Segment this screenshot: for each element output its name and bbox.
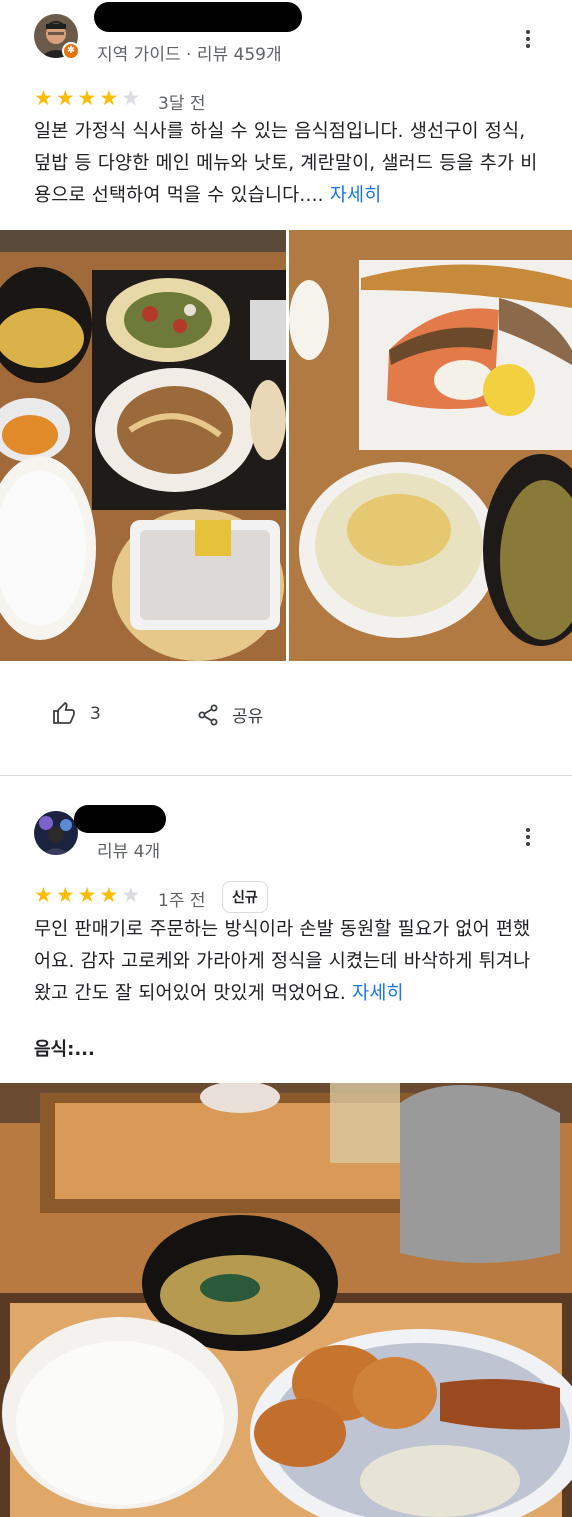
review-age: 1주 전 xyxy=(158,891,206,911)
share-button[interactable]: 공유 xyxy=(196,702,263,727)
review-body: 무인 판매기로 주문하는 방식이라 손발 동원할 필요가 없어 편했어요. 감자… xyxy=(34,919,531,1004)
star-icon: ★ xyxy=(121,86,141,110)
star-rating: ★ ★ ★ ★ ★ xyxy=(34,87,140,109)
reviewer-meta: 리뷰 4개 xyxy=(97,842,161,862)
read-more-link[interactable]: 자세히 xyxy=(352,983,404,1004)
reviewer-avatar[interactable] xyxy=(34,811,78,855)
star-icon: ★ xyxy=(55,883,75,907)
review-age: 3달 전 xyxy=(158,94,206,114)
star-icon: ★ xyxy=(99,883,119,907)
share-icon xyxy=(198,704,218,725)
review-photo[interactable] xyxy=(289,230,572,661)
like-button[interactable]: 3 xyxy=(52,702,101,726)
read-more-link[interactable]: 자세히 xyxy=(330,185,382,206)
review-text: 일본 가정식 식사를 하실 수 있는 음식점입니다. 생선구이 정식, 덮밥 등… xyxy=(34,116,544,212)
review-divider xyxy=(0,775,572,776)
star-icon: ★ xyxy=(77,883,97,907)
review-photo[interactable] xyxy=(0,230,286,661)
redacted-reviewer-name xyxy=(94,2,302,32)
star-icon: ★ xyxy=(99,86,119,110)
review-text: 무인 판매기로 주문하는 방식이라 손발 동원할 필요가 없어 편했어요. 감자… xyxy=(34,914,544,1010)
local-guide-badge-icon: ✱ xyxy=(62,42,80,60)
reviewer-meta: 지역 가이드 · 리뷰 459개 xyxy=(97,45,282,65)
like-count: 3 xyxy=(90,704,101,724)
review-card: ✱ 지역 가이드 · 리뷰 459개 ★ ★ ★ ★ ★ 3달 전 일본 가정식… xyxy=(0,0,572,775)
food-attribute: 음식:... xyxy=(34,1039,95,1060)
star-rating: ★ ★ ★ ★ ★ xyxy=(34,884,140,906)
review-body: 일본 가정식 식사를 하실 수 있는 음식점입니다. 생선구이 정식, 덮밥 등… xyxy=(34,121,538,206)
redacted-reviewer-name xyxy=(74,805,166,833)
star-icon: ★ xyxy=(77,86,97,110)
thumb-up-icon xyxy=(53,702,75,724)
star-icon: ★ xyxy=(55,86,75,110)
star-icon: ★ xyxy=(34,883,53,907)
more-options-icon[interactable] xyxy=(516,825,540,849)
more-options-icon[interactable] xyxy=(516,27,540,51)
share-label: 공유 xyxy=(232,707,264,727)
new-badge: 신규 xyxy=(222,881,268,913)
review-photo[interactable] xyxy=(0,1083,572,1517)
star-icon: ★ xyxy=(121,883,141,907)
review-card: 리뷰 4개 ★ ★ ★ ★ ★ 1주 전 신규 무인 판매기로 주문하는 방식이… xyxy=(0,777,572,1517)
star-icon: ★ xyxy=(34,86,53,110)
